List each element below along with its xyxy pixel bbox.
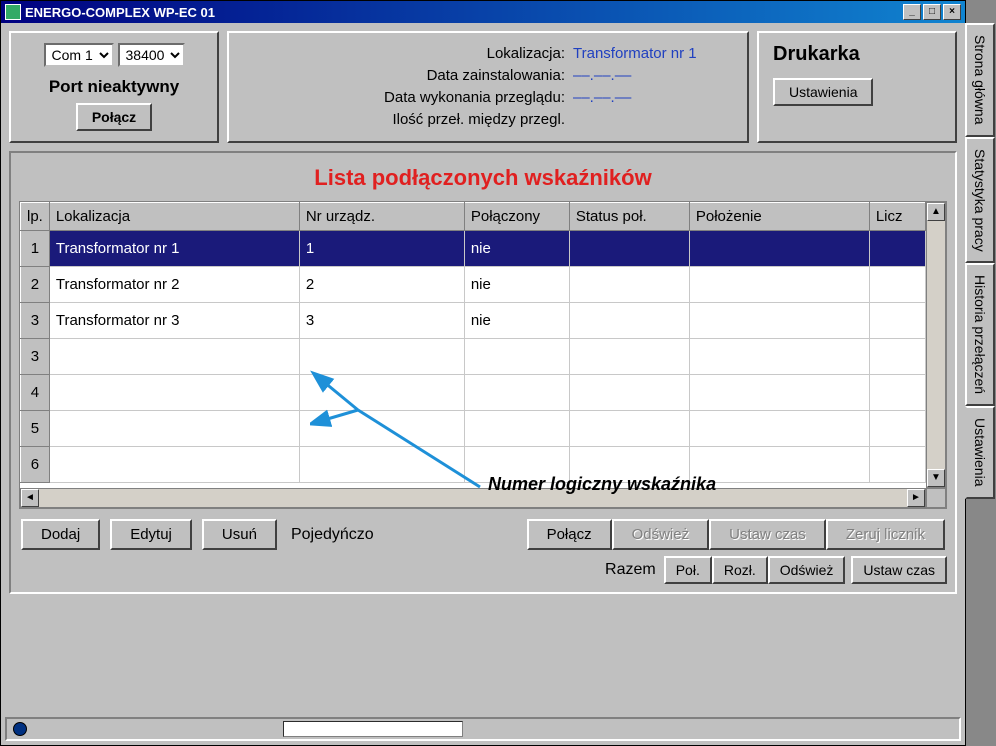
together-label: Razem (605, 561, 656, 579)
col-loc[interactable]: Lokalizacja (49, 203, 299, 231)
all-disconnect-button[interactable]: Rozł. (712, 556, 768, 584)
table-row[interactable]: 3Transformator nr 33nie (21, 303, 926, 339)
printer-title: Drukarka (773, 43, 941, 66)
install-date-label: Data zainstalowania: (427, 65, 565, 87)
status-led-icon (13, 722, 27, 736)
cell-dev[interactable]: 2 (299, 267, 464, 303)
single-connect-button[interactable]: Połącz (527, 519, 612, 550)
tab-main[interactable]: Strona główna (965, 23, 995, 137)
tab-stats[interactable]: Statystyka pracy (965, 137, 995, 264)
table-row[interactable]: 5 (21, 411, 926, 447)
info-panel: Lokalizacja: Transformator nr 1 Data zai… (227, 31, 749, 143)
single-label: Pojedyńczo (291, 526, 374, 544)
edit-button[interactable]: Edytuj (110, 519, 192, 550)
cell-conn[interactable]: nie (464, 303, 569, 339)
review-date-label: Data wykonania przeglądu: (384, 87, 565, 109)
cell-licz[interactable] (869, 231, 925, 267)
close-button[interactable]: × (943, 4, 961, 20)
content-area: Com 1 38400 Port nieaktywny Połącz Lokal… (1, 23, 965, 745)
single-zero-button[interactable]: Zeruj licznik (826, 519, 945, 550)
cell-loc[interactable]: Transformator nr 1 (49, 231, 299, 267)
all-connect-button[interactable]: Poł. (664, 556, 712, 584)
loc-value: Transformator nr 1 (573, 43, 733, 65)
table-row[interactable]: 4 (21, 375, 926, 411)
cell-licz[interactable] (869, 303, 925, 339)
row-header[interactable]: 5 (21, 411, 50, 447)
switch-count-value (573, 109, 733, 131)
title-bar: ENERGO-COMPLEX WP-EC 01 _ □ × (1, 1, 965, 23)
cell-pos[interactable] (689, 231, 869, 267)
row-header[interactable]: 2 (21, 267, 50, 303)
table-row[interactable]: 2Transformator nr 22nie (21, 267, 926, 303)
vertical-scrollbar[interactable]: ▲ ▼ (926, 202, 946, 488)
cell-dev[interactable]: 3 (299, 303, 464, 339)
col-status[interactable]: Status poł. (569, 203, 689, 231)
scroll-up-button[interactable]: ▲ (927, 203, 945, 221)
port-panel: Com 1 38400 Port nieaktywny Połącz (9, 31, 219, 143)
row-header[interactable]: 4 (21, 375, 50, 411)
cell-loc[interactable]: Transformator nr 2 (49, 267, 299, 303)
window-title: ENERGO-COMPLEX WP-EC 01 (25, 5, 215, 20)
side-tabs: Strona główna Statystyka pracy Historia … (965, 23, 995, 499)
status-bar (5, 717, 961, 741)
cell-loc[interactable]: Transformator nr 3 (49, 303, 299, 339)
row-header[interactable]: 1 (21, 231, 50, 267)
single-refresh-button[interactable]: Odśwież (612, 519, 710, 550)
status-progress (283, 721, 463, 737)
loc-label: Lokalizacja: (487, 43, 565, 65)
col-pos[interactable]: Położenie (689, 203, 869, 231)
app-icon (5, 4, 21, 20)
all-settime-button[interactable]: Ustaw czas (851, 556, 947, 584)
cell-pos[interactable] (689, 267, 869, 303)
single-settime-button[interactable]: Ustaw czas (709, 519, 826, 550)
install-date-value: ––.––.–– (573, 65, 733, 87)
list-title: Lista podłączonych wskaźników (19, 159, 947, 201)
cell-status[interactable] (569, 303, 689, 339)
indicator-list-panel: Lista podłączonych wskaźników lp. Lokali… (9, 151, 957, 594)
tab-settings[interactable]: Ustawienia (965, 406, 995, 498)
delete-button[interactable]: Usuń (202, 519, 277, 550)
col-licz[interactable]: Licz (869, 203, 925, 231)
cell-conn[interactable]: nie (464, 267, 569, 303)
cell-licz[interactable] (869, 267, 925, 303)
table-row[interactable]: 6 (21, 447, 926, 483)
printer-settings-button[interactable]: Ustawienia (773, 78, 873, 106)
maximize-button[interactable]: □ (923, 4, 941, 20)
scroll-corner (926, 488, 946, 508)
minimize-button[interactable]: _ (903, 4, 921, 20)
cell-conn[interactable]: nie (464, 231, 569, 267)
horizontal-scrollbar[interactable]: ◄ ► (20, 488, 926, 508)
cell-dev[interactable]: 1 (299, 231, 464, 267)
col-conn[interactable]: Połączony (464, 203, 569, 231)
scroll-down-button[interactable]: ▼ (927, 469, 945, 487)
port-status-label: Port nieaktywny (49, 77, 179, 97)
baud-rate-select[interactable]: 38400 (118, 43, 185, 67)
col-lp[interactable]: lp. (21, 203, 50, 231)
tab-history[interactable]: Historia przełączeń (965, 263, 995, 406)
col-dev[interactable]: Nr urządz. (299, 203, 464, 231)
add-button[interactable]: Dodaj (21, 519, 100, 550)
printer-panel: Drukarka Ustawienia (757, 31, 957, 143)
review-date-value: ––.––.–– (573, 87, 733, 109)
row-header[interactable]: 3 (21, 339, 50, 375)
connect-port-button[interactable]: Połącz (76, 103, 152, 131)
all-refresh-button[interactable]: Odśwież (768, 556, 846, 584)
scroll-right-button[interactable]: ► (907, 489, 925, 507)
table-row[interactable]: 1Transformator nr 11nie (21, 231, 926, 267)
com-port-select[interactable]: Com 1 (44, 43, 114, 67)
switch-count-label: Ilość przeł. między przegl. (392, 109, 565, 131)
indicator-table: lp. Lokalizacja Nr urządz. Połączony Sta… (20, 202, 926, 483)
grid-container: lp. Lokalizacja Nr urządz. Połączony Sta… (19, 201, 947, 509)
row-header[interactable]: 3 (21, 303, 50, 339)
app-window: ENERGO-COMPLEX WP-EC 01 _ □ × Com 1 3840… (0, 0, 966, 746)
cell-status[interactable] (569, 231, 689, 267)
row-header[interactable]: 6 (21, 447, 50, 483)
cell-status[interactable] (569, 267, 689, 303)
table-row[interactable]: 3 (21, 339, 926, 375)
cell-pos[interactable] (689, 303, 869, 339)
scroll-left-button[interactable]: ◄ (21, 489, 39, 507)
